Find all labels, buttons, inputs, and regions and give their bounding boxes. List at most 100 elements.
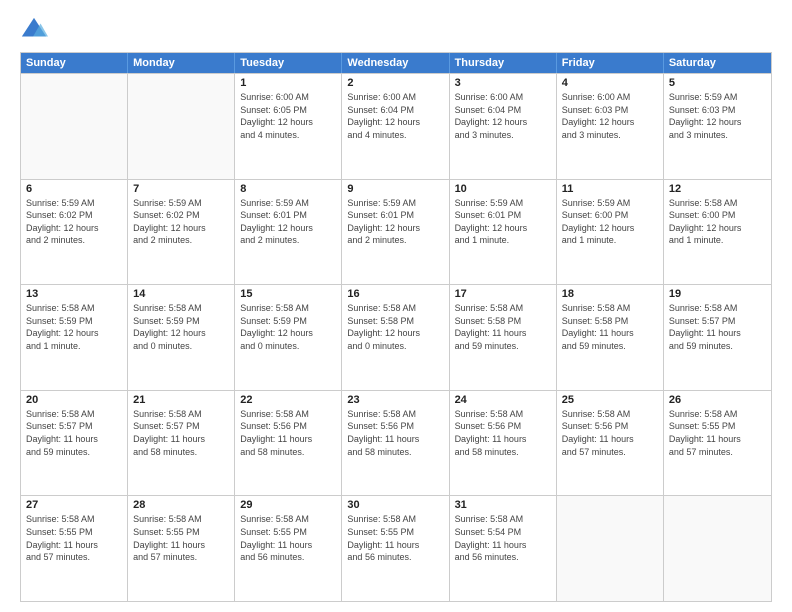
calendar-cell-1-4: 10 Sunrise: 5:59 AM Sunset: 6:01 PM Dayli… [450,180,557,285]
logo-icon [20,16,48,44]
calendar-cell-4-1: 28 Sunrise: 5:58 AM Sunset: 5:55 PM Dayli… [128,496,235,601]
weekday-header-wednesday: Wednesday [342,53,449,73]
calendar-cell-2-5: 18 Sunrise: 5:58 AM Sunset: 5:58 PM Dayli… [557,285,664,390]
day-info: Sunrise: 5:58 AM Sunset: 5:58 PM Dayligh… [562,302,658,352]
day-number: 13 [26,288,122,300]
calendar-cell-4-0: 27Sunrise: 5:58 AM Sunset: 5:55 PM Dayli… [21,496,128,601]
calendar-cell-4-2: 29 Sunrise: 5:58 AM Sunset: 5:55 PM Dayli… [235,496,342,601]
day-number: 3 [455,77,551,89]
day-number: 17 [455,288,551,300]
day-info: Sunrise: 5:58 AM Sunset: 5:56 PM Dayligh… [562,408,658,458]
day-info: Sunrise: 5:59 AM Sunset: 6:00 PM Dayligh… [562,197,658,247]
calendar-cell-3-4: 24 Sunrise: 5:58 AM Sunset: 5:56 PM Dayli… [450,391,557,496]
calendar-cell-4-3: 30 Sunrise: 5:58 AM Sunset: 5:55 PM Dayli… [342,496,449,601]
day-info: Sunrise: 5:58 AM Sunset: 5:56 PM Dayligh… [347,408,443,458]
calendar-cell-2-0: 13Sunrise: 5:58 AM Sunset: 5:59 PM Dayli… [21,285,128,390]
day-number: 14 [133,288,229,300]
day-number: 24 [455,394,551,406]
weekday-header-thursday: Thursday [450,53,557,73]
calendar-cell-0-5: 4 Sunrise: 6:00 AM Sunset: 6:03 PM Daylig… [557,74,664,179]
weekday-header-monday: Monday [128,53,235,73]
calendar-cell-0-0 [21,74,128,179]
day-info: Sunrise: 5:58 AM Sunset: 5:57 PM Dayligh… [669,302,766,352]
day-info: Sunrise: 5:58 AM Sunset: 5:55 PM Dayligh… [26,513,122,563]
day-info: Sunrise: 5:58 AM Sunset: 5:58 PM Dayligh… [347,302,443,352]
day-number: 30 [347,499,443,511]
day-number: 21 [133,394,229,406]
day-number: 28 [133,499,229,511]
day-number: 16 [347,288,443,300]
day-info: Sunrise: 5:59 AM Sunset: 6:01 PM Dayligh… [347,197,443,247]
day-number: 26 [669,394,766,406]
logo [20,16,50,44]
calendar-cell-0-1 [128,74,235,179]
day-number: 6 [26,183,122,195]
day-number: 29 [240,499,336,511]
day-info: Sunrise: 5:58 AM Sunset: 6:00 PM Dayligh… [669,197,766,247]
day-info: Sunrise: 5:58 AM Sunset: 5:58 PM Dayligh… [455,302,551,352]
calendar-cell-3-5: 25 Sunrise: 5:58 AM Sunset: 5:56 PM Dayli… [557,391,664,496]
calendar-cell-4-4: 31Sunrise: 5:58 AM Sunset: 5:54 PM Dayli… [450,496,557,601]
header [20,16,772,44]
calendar-cell-1-6: 12 Sunrise: 5:58 AM Sunset: 6:00 PM Dayli… [664,180,771,285]
day-number: 9 [347,183,443,195]
day-info: Sunrise: 5:58 AM Sunset: 5:59 PM Dayligh… [133,302,229,352]
calendar-cell-3-6: 26 Sunrise: 5:58 AM Sunset: 5:55 PM Dayli… [664,391,771,496]
day-info: Sunrise: 5:58 AM Sunset: 5:55 PM Dayligh… [133,513,229,563]
calendar-row-4: 27Sunrise: 5:58 AM Sunset: 5:55 PM Dayli… [21,495,771,601]
calendar-cell-1-1: 7 Sunrise: 5:59 AM Sunset: 6:02 PM Daylig… [128,180,235,285]
day-info: Sunrise: 5:59 AM Sunset: 6:01 PM Dayligh… [240,197,336,247]
day-info: Sunrise: 5:58 AM Sunset: 5:56 PM Dayligh… [240,408,336,458]
day-info: Sunrise: 5:59 AM Sunset: 6:02 PM Dayligh… [26,197,122,247]
calendar-cell-3-2: 22 Sunrise: 5:58 AM Sunset: 5:56 PM Dayli… [235,391,342,496]
day-info: Sunrise: 5:58 AM Sunset: 5:55 PM Dayligh… [669,408,766,458]
calendar-cell-3-3: 23 Sunrise: 5:58 AM Sunset: 5:56 PM Dayli… [342,391,449,496]
day-info: Sunrise: 5:58 AM Sunset: 5:55 PM Dayligh… [240,513,336,563]
calendar-body: 1Sunrise: 6:00 AM Sunset: 6:05 PM Daylig… [21,73,771,601]
day-info: Sunrise: 5:58 AM Sunset: 5:57 PM Dayligh… [26,408,122,458]
day-number: 5 [669,77,766,89]
day-info: Sunrise: 5:58 AM Sunset: 5:56 PM Dayligh… [455,408,551,458]
calendar-cell-0-4: 3 Sunrise: 6:00 AM Sunset: 6:04 PM Daylig… [450,74,557,179]
day-info: Sunrise: 5:59 AM Sunset: 6:03 PM Dayligh… [669,91,766,141]
calendar-cell-3-1: 21 Sunrise: 5:58 AM Sunset: 5:57 PM Dayli… [128,391,235,496]
calendar-cell-1-2: 8Sunrise: 5:59 AM Sunset: 6:01 PM Daylig… [235,180,342,285]
day-number: 19 [669,288,766,300]
calendar-cell-2-1: 14 Sunrise: 5:58 AM Sunset: 5:59 PM Dayli… [128,285,235,390]
day-number: 7 [133,183,229,195]
calendar-cell-1-3: 9 Sunrise: 5:59 AM Sunset: 6:01 PM Daylig… [342,180,449,285]
day-number: 11 [562,183,658,195]
day-info: Sunrise: 6:00 AM Sunset: 6:03 PM Dayligh… [562,91,658,141]
calendar-cell-2-2: 15 Sunrise: 5:58 AM Sunset: 5:59 PM Dayli… [235,285,342,390]
day-number: 12 [669,183,766,195]
calendar-row-2: 13 Sunrise: 5:58 AM Sunset: 5:59 PM Dayli… [21,284,771,390]
day-info: Sunrise: 5:58 AM Sunset: 5:57 PM Dayligh… [133,408,229,458]
day-number: 22 [240,394,336,406]
day-number: 1 [240,77,336,89]
calendar-cell-2-6: 19 Sunrise: 5:58 AM Sunset: 5:57 PM Dayli… [664,285,771,390]
day-info: Sunrise: 5:58 AM Sunset: 5:55 PM Dayligh… [347,513,443,563]
day-info: Sunrise: 5:58 AM Sunset: 5:59 PM Dayligh… [240,302,336,352]
day-info: Sunrise: 6:00 AM Sunset: 6:04 PM Dayligh… [347,91,443,141]
calendar-header: SundayMondayTuesdayWednesdayThursdayFrid… [21,53,771,73]
day-number: 31 [455,499,551,511]
day-info: Sunrise: 5:59 AM Sunset: 6:01 PM Dayligh… [455,197,551,247]
calendar-cell-2-3: 16 Sunrise: 5:58 AM Sunset: 5:58 PM Dayli… [342,285,449,390]
day-number: 15 [240,288,336,300]
weekday-header-saturday: Saturday [664,53,771,73]
calendar-cell-3-0: 20 Sunrise: 5:58 AM Sunset: 5:57 PM Dayli… [21,391,128,496]
calendar-cell-0-6: 5 Sunrise: 5:59 AM Sunset: 6:03 PM Daylig… [664,74,771,179]
weekday-header-tuesday: Tuesday [235,53,342,73]
day-number: 18 [562,288,658,300]
calendar-row-0: 1Sunrise: 6:00 AM Sunset: 6:05 PM Daylig… [21,73,771,179]
calendar-cell-0-2: 1Sunrise: 6:00 AM Sunset: 6:05 PM Daylig… [235,74,342,179]
day-number: 20 [26,394,122,406]
day-info: Sunrise: 6:00 AM Sunset: 6:04 PM Dayligh… [455,91,551,141]
day-info: Sunrise: 5:59 AM Sunset: 6:02 PM Dayligh… [133,197,229,247]
weekday-header-friday: Friday [557,53,664,73]
day-number: 25 [562,394,658,406]
day-number: 23 [347,394,443,406]
day-number: 10 [455,183,551,195]
calendar-row-1: 6 Sunrise: 5:59 AM Sunset: 6:02 PM Daylig… [21,179,771,285]
day-number: 4 [562,77,658,89]
